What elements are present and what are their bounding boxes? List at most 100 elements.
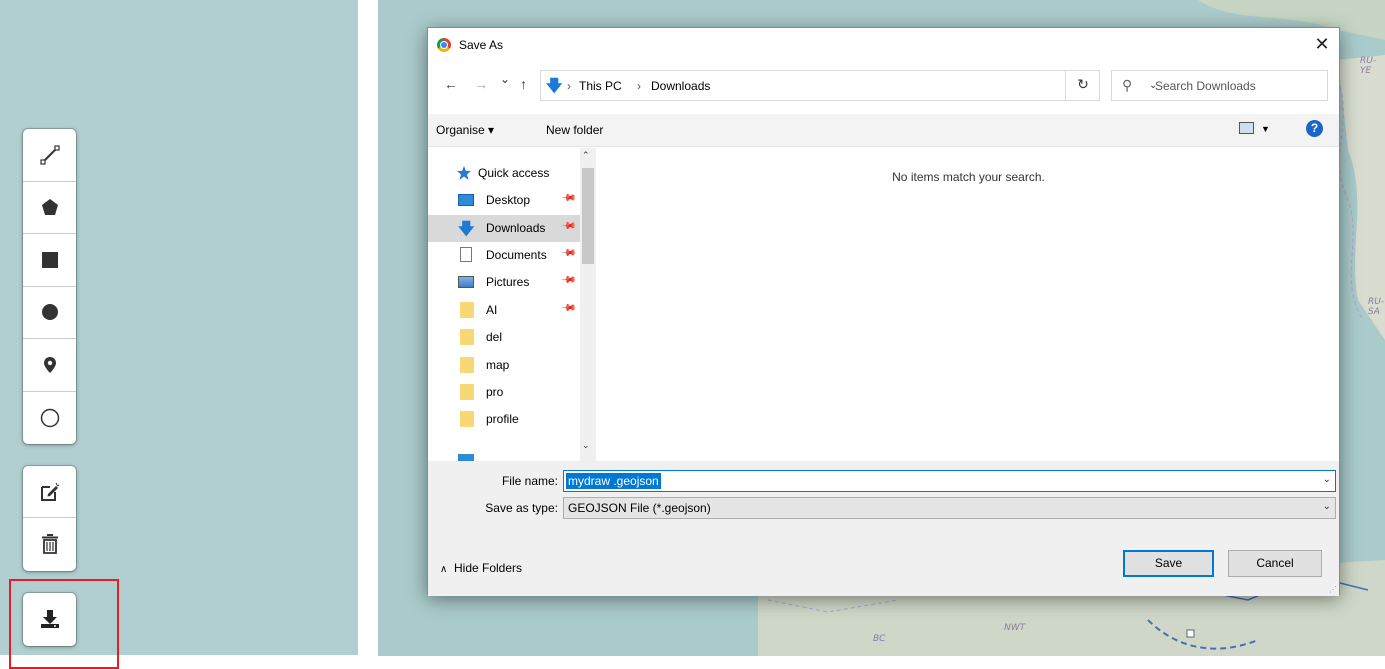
nav-item-label: AI xyxy=(486,303,498,317)
filled-circle-icon xyxy=(41,304,58,321)
page-divider xyxy=(358,0,378,664)
nav-item-folder-del[interactable]: del xyxy=(428,324,580,351)
documents-icon xyxy=(460,247,472,262)
map-pin-icon xyxy=(43,356,56,373)
address-row: ← → ⌄ ↑ 🡇 › This PC › Downloads ⌄ ↻ ⚲ Se… xyxy=(428,68,1339,104)
map-label: RU-SA xyxy=(1368,297,1385,317)
folder-icon xyxy=(460,329,474,345)
pin-icon: 📌 xyxy=(559,300,577,317)
nav-item-label: Downloads xyxy=(486,221,546,235)
nav-item-label: map xyxy=(486,358,510,372)
breadcrumb-this-pc[interactable]: This PC xyxy=(579,79,622,93)
dialog-titlebar[interactable]: Save As ✕ xyxy=(428,28,1339,62)
hide-folders-toggle[interactable]: ∧ Hide Folders xyxy=(440,561,522,575)
command-bar: Organise ▾ New folder ▼ ? xyxy=(428,114,1339,147)
file-list-pane[interactable]: No items match your search. xyxy=(598,148,1339,461)
file-name-input[interactable]: mydraw .geojson ⌄ xyxy=(563,470,1336,492)
pin-icon: 📌 xyxy=(559,190,577,207)
nav-item-partial[interactable] xyxy=(428,450,580,461)
map-label: NWT xyxy=(1004,623,1026,633)
folder-icon xyxy=(460,384,474,400)
file-name-label: File name: xyxy=(501,474,558,488)
pin-icon: 📌 xyxy=(559,272,577,289)
downloads-arrow-icon: 🡇 xyxy=(546,78,563,95)
map-label: BC xyxy=(873,634,886,644)
pictures-icon xyxy=(458,276,474,288)
hide-folders-label: Hide Folders xyxy=(454,561,523,575)
rectangle-tool-button[interactable] xyxy=(23,234,76,287)
scrollbar-thumb[interactable] xyxy=(582,168,594,264)
nav-item-pictures[interactable]: Pictures 📌 xyxy=(428,269,580,296)
star-icon xyxy=(457,166,471,180)
nav-item-desktop[interactable]: Desktop 📌 xyxy=(428,187,580,214)
empty-state-message: No items match your search. xyxy=(892,170,1045,184)
hollow-circle-icon xyxy=(40,408,59,427)
highlight-rectangle xyxy=(9,579,119,669)
desktop-icon xyxy=(458,194,474,206)
polygon-tool-button[interactable] xyxy=(23,182,76,234)
downloads-icon: 🡇 xyxy=(458,221,475,238)
nav-item-label: Desktop xyxy=(486,193,531,207)
search-placeholder: Search Downloads xyxy=(1155,79,1256,93)
search-input[interactable]: ⚲ Search Downloads xyxy=(1111,70,1328,101)
chevron-down-icon[interactable]: ⌄ xyxy=(1323,501,1331,512)
view-options-icon[interactable] xyxy=(1239,122,1254,134)
folder-icon xyxy=(460,302,474,318)
edit-icon xyxy=(40,482,59,501)
nav-item-folder-map[interactable]: map xyxy=(428,352,580,379)
nav-item-label: Pictures xyxy=(486,275,530,289)
recent-locations-button[interactable]: ⌄ xyxy=(500,72,510,86)
resize-grip-icon[interactable]: ⋰ xyxy=(1329,585,1337,594)
search-icon: ⚲ xyxy=(1122,77,1133,93)
edit-layers-button[interactable] xyxy=(23,466,76,518)
breadcrumb-downloads[interactable]: Downloads xyxy=(651,79,710,93)
help-icon[interactable]: ? xyxy=(1306,120,1323,137)
close-button[interactable]: ✕ xyxy=(1311,33,1333,55)
refresh-icon: ↻ xyxy=(1077,76,1089,92)
breadcrumb-separator: › xyxy=(567,79,571,93)
view-dropdown-icon[interactable]: ▼ xyxy=(1261,124,1270,134)
nav-item-quick-access[interactable]: Quick access xyxy=(428,160,580,187)
nav-item-label: del xyxy=(486,330,503,344)
delete-layers-button[interactable] xyxy=(23,518,76,570)
save-as-type-select[interactable]: GEOJSON File (*.geojson) ⌄ xyxy=(563,497,1336,519)
save-button[interactable]: Save xyxy=(1123,550,1214,577)
nav-item-label: Documents xyxy=(486,248,547,262)
polyline-icon xyxy=(39,145,60,165)
nav-item-folder-pro[interactable]: pro xyxy=(428,379,580,406)
nav-item-folder-ai[interactable]: AI 📌 xyxy=(428,297,580,324)
scroll-down-arrow-icon[interactable]: ⌄ xyxy=(582,440,590,451)
nav-item-folder-profile[interactable]: profile xyxy=(428,406,580,433)
scroll-up-arrow-icon[interactable]: ⌃ xyxy=(582,150,590,161)
pin-icon: 📌 xyxy=(559,245,577,262)
chrome-icon xyxy=(437,38,451,52)
organise-menu[interactable]: Organise ▾ xyxy=(436,123,494,137)
folder-icon xyxy=(460,357,474,373)
nav-item-documents[interactable]: Documents 📌 xyxy=(428,242,580,269)
breadcrumb-separator: › xyxy=(637,79,641,93)
up-button[interactable]: ↑ xyxy=(520,76,527,92)
chevron-down-icon[interactable]: ⌄ xyxy=(1323,474,1331,485)
forward-button[interactable]: → xyxy=(474,76,488,92)
nav-scrollbar[interactable]: ⌃ ⌄ xyxy=(580,148,596,461)
map-label: RU-YE xyxy=(1360,56,1377,76)
circle-tool-button[interactable] xyxy=(23,287,76,339)
folder-icon xyxy=(460,411,474,427)
navigation-pane: Quick access Desktop 📌 🡇 Downloads 📌 Doc… xyxy=(428,148,596,461)
nav-item-label: profile xyxy=(486,412,519,426)
edit-toolbar xyxy=(23,466,76,571)
nav-item-label: Quick access xyxy=(478,166,550,180)
cancel-button[interactable]: Cancel xyxy=(1228,550,1322,577)
back-button[interactable]: ← xyxy=(444,76,458,92)
address-bar[interactable]: 🡇 › This PC › Downloads ⌄ xyxy=(540,70,1157,101)
marker-tool-button[interactable] xyxy=(23,339,76,392)
polyline-tool-button[interactable] xyxy=(23,129,76,182)
draw-toolbar xyxy=(23,129,76,444)
refresh-button[interactable]: ↻ xyxy=(1065,70,1100,101)
nav-item-downloads[interactable]: 🡇 Downloads 📌 xyxy=(428,215,580,242)
this-pc-icon xyxy=(458,454,474,461)
save-options-area: File name: mydraw .geojson ⌄ Save as typ… xyxy=(428,461,1339,596)
pin-icon: 📌 xyxy=(559,218,577,235)
new-folder-button[interactable]: New folder xyxy=(546,123,603,137)
circle-marker-tool-button[interactable] xyxy=(23,392,76,445)
